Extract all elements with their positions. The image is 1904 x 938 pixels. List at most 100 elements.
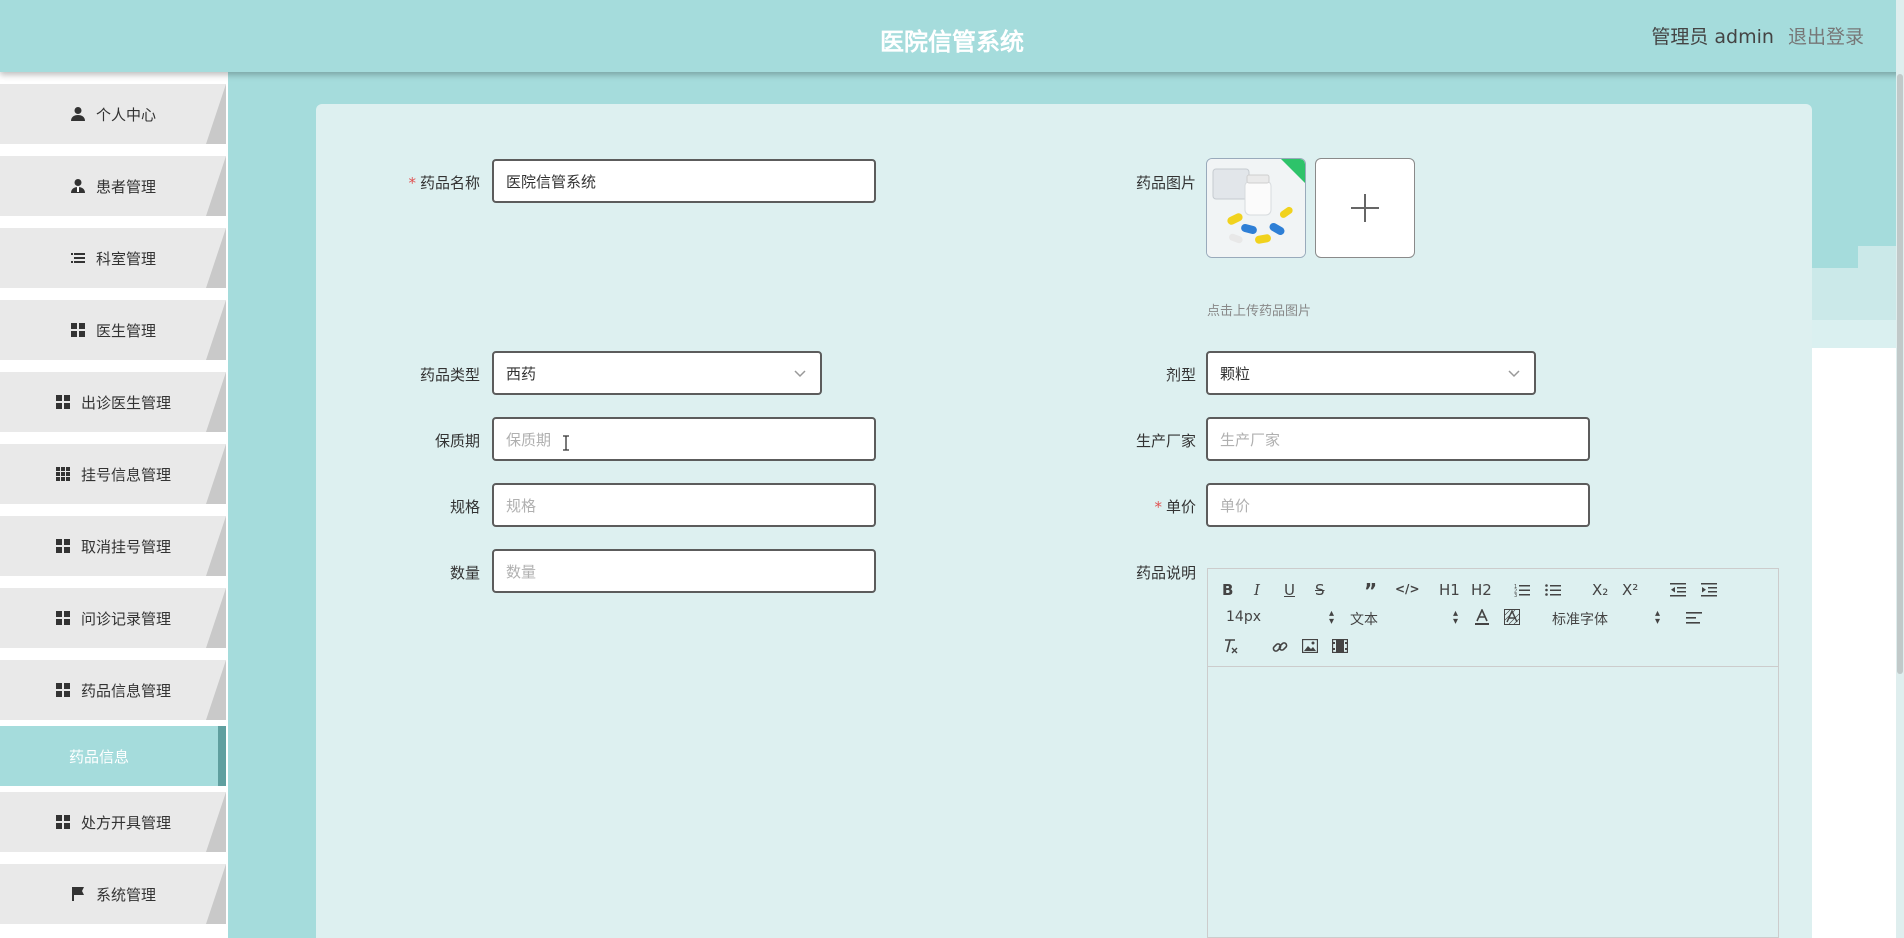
indent-icon[interactable]: [1701, 583, 1717, 597]
dosage-form-label: 剂型: [1165, 366, 1196, 384]
dosage-form-select[interactable]: 颗粒: [1206, 351, 1536, 395]
manufacturer-label: 生产厂家: [1135, 432, 1196, 450]
grid-icon: [55, 814, 71, 830]
link-icon[interactable]: [1272, 639, 1288, 655]
font-family-select[interactable]: 标准字体 ▴ ▾: [1552, 608, 1660, 629]
sidebar-item-label: 个人中心: [95, 105, 156, 124]
background-color-icon[interactable]: [1504, 609, 1520, 625]
unit-price-label: * 单价: [1154, 498, 1196, 516]
superscript-button[interactable]: X²: [1622, 581, 1638, 599]
quantity-label: 数量: [449, 564, 480, 582]
blockquote-button[interactable]: ”: [1364, 579, 1377, 603]
header2-button[interactable]: H2: [1471, 581, 1492, 599]
spec-input[interactable]: 规格: [492, 483, 876, 527]
sidebar-item-prescriptions[interactable]: 处方开具管理: [0, 792, 226, 852]
required-mark: *: [408, 174, 416, 192]
sidebar-item-doctors[interactable]: 医生管理: [0, 300, 226, 360]
sidebar-item-visiting-doctors[interactable]: 出诊医生管理: [0, 372, 226, 432]
grid-icon: [70, 322, 86, 338]
drug-type-select[interactable]: 西药: [492, 351, 822, 395]
ordered-list-icon[interactable]: 123: [1514, 583, 1530, 597]
plus-icon: [1351, 194, 1379, 222]
sidebar-item-patients[interactable]: 患者管理: [0, 156, 226, 216]
select-arrows-icon: ▴ ▾: [1328, 608, 1334, 627]
drug-image-label: 药品图片: [1135, 174, 1196, 192]
font-size-select[interactable]: 14px ▴ ▾: [1226, 609, 1334, 627]
svg-text:3: 3: [1514, 593, 1517, 597]
user-role: 管理员 admin: [1651, 26, 1774, 48]
grid-icon: [55, 610, 71, 626]
description-editor: B I U S ” </> H1 H2 123 X₂ X² 14px ▴ ▾ 文本 ▴…: [1207, 568, 1779, 938]
sidebar-item-label: 处方开具管理: [80, 813, 171, 832]
sidebar-item-registrations[interactable]: 挂号信息管理: [0, 444, 226, 504]
subscript-button[interactable]: X₂: [1592, 581, 1608, 599]
text-style-select[interactable]: 文本 ▴ ▾: [1350, 608, 1458, 629]
upload-hint: 点击上传药品图片: [1207, 304, 1312, 319]
user-icon: [70, 106, 86, 122]
sidebar-item-personal-center[interactable]: 个人中心: [0, 84, 226, 144]
chevron-down-icon: [794, 370, 806, 378]
sidebar-item-label: 系统管理: [95, 885, 156, 904]
required-mark: *: [1154, 498, 1162, 516]
sidebar-item-label: 挂号信息管理: [80, 465, 171, 484]
header1-button[interactable]: H1: [1439, 581, 1460, 599]
code-button[interactable]: </>: [1395, 582, 1420, 596]
drug-image-thumbnail[interactable]: [1206, 158, 1306, 258]
text-cursor-icon: [563, 435, 569, 451]
grid9-icon: [55, 466, 71, 482]
sidebar-item-cancel-registration[interactable]: 取消挂号管理: [0, 516, 226, 576]
right-decoration: [1812, 268, 1860, 320]
drug-name-label: * 药品名称: [408, 174, 480, 192]
align-icon[interactable]: [1686, 611, 1702, 625]
sidebar-item-system[interactable]: 系统管理: [0, 864, 226, 924]
clear-format-icon[interactable]: [1222, 637, 1240, 655]
sidebar-item-label: 问诊记录管理: [80, 609, 171, 628]
sidebar-subitem-drug-info[interactable]: 药品信息: [0, 726, 226, 786]
drug-name-input[interactable]: 医院信管系统: [492, 159, 876, 203]
pills-image-icon: [1207, 159, 1305, 257]
font-color-icon[interactable]: [1474, 609, 1490, 627]
outdent-icon[interactable]: [1670, 583, 1686, 597]
flag-icon: [70, 886, 86, 902]
strike-button[interactable]: S: [1315, 581, 1325, 599]
page-scrollbar[interactable]: [1896, 0, 1904, 938]
shelf-life-label: 保质期: [434, 432, 480, 450]
bold-button[interactable]: B: [1222, 581, 1233, 599]
italic-button[interactable]: I: [1254, 581, 1260, 599]
shelf-life-input[interactable]: 保质期: [492, 417, 876, 461]
bullet-list-icon[interactable]: [1545, 583, 1561, 597]
image-icon[interactable]: [1302, 639, 1318, 653]
sidebar-item-label: 科室管理: [95, 249, 156, 268]
logout-link[interactable]: 退出登录: [1788, 26, 1864, 48]
right-decoration: [1812, 320, 1896, 348]
sidebar-item-drug-management[interactable]: 药品信息管理: [0, 660, 226, 720]
drug-type-value: 西药: [506, 364, 537, 383]
video-icon[interactable]: [1332, 639, 1348, 653]
unit-price-input[interactable]: 单价: [1206, 483, 1590, 527]
app-title: 医院信管系统: [880, 28, 1024, 56]
user-area: 管理员 admin 退出登录: [1651, 22, 1864, 49]
chevron-down-icon: [1508, 370, 1520, 378]
editor-content-area[interactable]: [1208, 667, 1778, 937]
sidebar: 个人中心 患者管理 科室管理 医生管理 出诊医生管理 挂号信息管理 取消挂号管理…: [0, 72, 228, 938]
quantity-input[interactable]: 数量: [492, 549, 876, 593]
editor-toolbar: B I U S ” </> H1 H2 123 X₂ X² 14px ▴ ▾ 文本 ▴…: [1208, 569, 1778, 667]
upload-image-button[interactable]: [1315, 158, 1415, 258]
underline-button[interactable]: U: [1284, 581, 1295, 599]
sidebar-item-consultations[interactable]: 问诊记录管理: [0, 588, 226, 648]
grid-icon: [55, 682, 71, 698]
sidebar-item-departments[interactable]: 科室管理: [0, 228, 226, 288]
sidebar-item-label: 出诊医生管理: [80, 393, 171, 412]
sidebar-item-label: 患者管理: [95, 177, 156, 196]
scrollbar-thumb[interactable]: [1897, 74, 1903, 674]
description-label: 药品说明: [1135, 564, 1196, 582]
spec-label: 规格: [449, 498, 480, 516]
right-blank: [1812, 348, 1896, 938]
manufacturer-input[interactable]: 生产厂家: [1206, 417, 1590, 461]
user-tie-icon: [70, 178, 86, 194]
sidebar-item-label: 药品信息: [68, 747, 129, 766]
select-arrows-icon: ▴ ▾: [1452, 608, 1458, 627]
dosage-form-value: 颗粒: [1220, 364, 1251, 383]
sidebar-item-label: 取消挂号管理: [80, 537, 171, 556]
select-arrows-icon: ▴ ▾: [1654, 608, 1660, 627]
